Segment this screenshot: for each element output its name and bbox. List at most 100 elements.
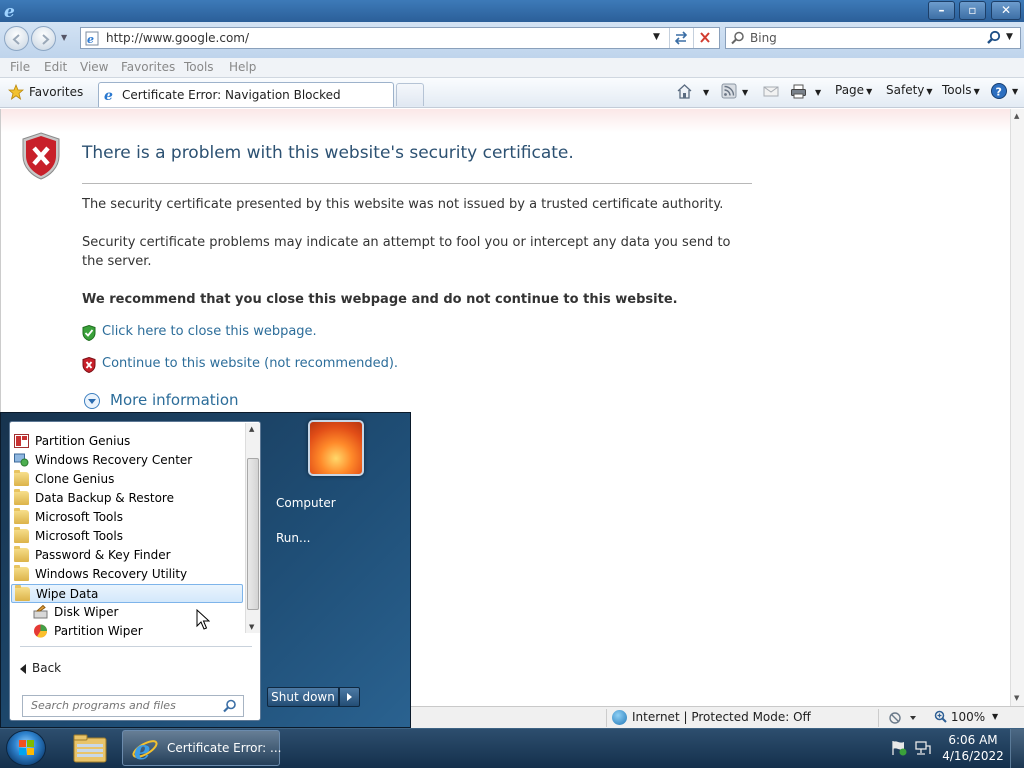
minimize-button[interactable]: – bbox=[928, 1, 955, 20]
read-mail-button[interactable] bbox=[763, 83, 779, 103]
back-button[interactable]: Back bbox=[20, 661, 120, 679]
tools-menu-button[interactable]: Tools ▼ bbox=[942, 83, 980, 103]
disk-wiper-icon bbox=[33, 605, 48, 619]
back-button[interactable] bbox=[4, 26, 29, 51]
folder-wipe-data[interactable]: Wipe Data bbox=[11, 584, 243, 603]
menu-bar: File Edit View Favorites Tools Help bbox=[0, 58, 1024, 78]
system-clock[interactable]: 6:06 AM 4/16/2022 bbox=[940, 732, 1006, 764]
close-window-button[interactable]: ✕ bbox=[991, 1, 1021, 20]
new-tab-button[interactable] bbox=[396, 83, 424, 106]
menu-file[interactable]: File bbox=[10, 60, 30, 74]
scroll-up-icon[interactable]: ▲ bbox=[249, 425, 254, 433]
tab-certificate-error[interactable]: e Certificate Error: Navigation Blocked bbox=[98, 82, 394, 107]
window-title-bar[interactable]: e – ▫ ✕ bbox=[0, 0, 1024, 22]
search-icon[interactable] bbox=[223, 699, 237, 713]
action-center-flag-icon[interactable] bbox=[890, 740, 908, 756]
forward-button[interactable] bbox=[31, 26, 56, 51]
search-input[interactable]: Bing bbox=[750, 31, 777, 45]
windows-explorer-taskbar-icon[interactable] bbox=[64, 730, 116, 766]
internet-explorer-icon: e bbox=[4, 2, 15, 19]
program-windows-recovery-center[interactable]: Windows Recovery Center bbox=[11, 451, 243, 470]
back-arrow-icon bbox=[20, 664, 26, 674]
feeds-button[interactable] bbox=[721, 83, 737, 103]
shut-down-button[interactable]: Shut down bbox=[267, 687, 339, 707]
scroll-down-icon[interactable]: ▼ bbox=[249, 623, 254, 631]
menu-view[interactable]: View bbox=[80, 60, 108, 74]
refresh-button[interactable] bbox=[669, 28, 693, 48]
recent-pages-dropdown[interactable]: ▼ bbox=[61, 33, 71, 45]
navigation-bar: ▼ e http://www.google.com/ ▼ Bing ▼ bbox=[0, 22, 1024, 58]
menu-favorites[interactable]: Favorites bbox=[121, 60, 175, 74]
printer-icon bbox=[791, 84, 806, 99]
shut-down-options-button[interactable] bbox=[339, 687, 360, 707]
address-bar[interactable]: e http://www.google.com/ ▼ bbox=[80, 27, 720, 49]
zoom-control[interactable]: 100% bbox=[934, 710, 985, 724]
print-button[interactable] bbox=[790, 83, 807, 103]
taskbar-window-title: Certificate Error: ... bbox=[167, 741, 282, 755]
program-label: Windows Recovery Center bbox=[35, 453, 193, 467]
menu-edit[interactable]: Edit bbox=[44, 60, 67, 74]
close-webpage-link[interactable]: Click here to close this webpage. bbox=[82, 324, 342, 342]
folder-password-key-finder[interactable]: Password & Key Finder bbox=[11, 546, 243, 565]
menu-tools[interactable]: Tools bbox=[184, 60, 214, 74]
search-bar[interactable]: Bing ▼ bbox=[725, 27, 1021, 49]
partition-wiper-icon bbox=[34, 624, 48, 638]
run-link[interactable]: Run... bbox=[276, 531, 310, 545]
back-arrow-icon bbox=[12, 34, 20, 45]
folder-microsoft-tools[interactable]: Microsoft Tools bbox=[11, 508, 243, 527]
more-information-toggle[interactable]: More information bbox=[84, 391, 264, 413]
safety-menu-button[interactable]: Safety ▼ bbox=[886, 83, 933, 103]
favorites-button[interactable]: Favorites bbox=[4, 82, 84, 104]
print-dropdown-icon[interactable]: ▼ bbox=[815, 88, 821, 108]
search-provider-dropdown[interactable]: ▼ bbox=[1006, 32, 1013, 42]
page-scrollbar[interactable]: ▲ ▼ bbox=[1010, 109, 1024, 706]
mail-icon bbox=[763, 86, 779, 97]
zoom-dropdown-icon[interactable]: ▼ bbox=[992, 712, 998, 721]
folder-data-backup-restore[interactable]: Data Backup & Restore bbox=[11, 489, 243, 508]
help-dropdown-icon[interactable]: ▼ bbox=[1012, 87, 1018, 96]
continue-text[interactable]: Continue to this website (not recommende… bbox=[102, 356, 398, 371]
internet-explorer-taskbar-button[interactable]: e Certificate Error: ... bbox=[122, 730, 282, 766]
feeds-dropdown-icon[interactable]: ▼ bbox=[742, 88, 748, 108]
user-avatar[interactable] bbox=[308, 420, 364, 476]
home-dropdown-icon[interactable]: ▼ bbox=[703, 88, 709, 108]
popup-blocker-icon[interactable] bbox=[888, 711, 920, 725]
computer-link[interactable]: Computer bbox=[276, 496, 336, 510]
certificate-error-icon: e bbox=[104, 88, 113, 102]
network-icon[interactable] bbox=[914, 740, 932, 756]
folder-windows-recovery-utility[interactable]: Windows Recovery Utility bbox=[11, 565, 243, 584]
stop-button[interactable] bbox=[693, 28, 717, 48]
menu-help[interactable]: Help bbox=[229, 60, 256, 74]
home-button[interactable] bbox=[676, 83, 693, 103]
start-search-input[interactable] bbox=[31, 699, 216, 712]
forward-arrow-icon bbox=[42, 34, 50, 45]
folder-microsoft-tools-2[interactable]: Microsoft Tools bbox=[11, 527, 243, 546]
folder-label: Password & Key Finder bbox=[35, 548, 171, 562]
scrollbar-thumb[interactable] bbox=[247, 458, 259, 610]
safety-menu-label: Safety bbox=[886, 83, 925, 97]
page-menu-label: Page bbox=[835, 83, 865, 97]
search-go-icon[interactable] bbox=[986, 30, 1002, 46]
address-url[interactable]: http://www.google.com/ bbox=[106, 31, 249, 45]
scroll-up-icon[interactable]: ▲ bbox=[1014, 112, 1019, 120]
maximize-button[interactable]: ▫ bbox=[959, 1, 986, 20]
show-desktop-button[interactable] bbox=[1010, 729, 1024, 768]
help-button[interactable]: ? ▼ bbox=[990, 82, 1018, 102]
page-menu-button[interactable]: Page ▼ bbox=[835, 83, 872, 103]
help-icon: ? bbox=[991, 83, 1007, 99]
folder-clone-genius[interactable]: Clone Genius bbox=[11, 470, 243, 489]
menu-divider bbox=[20, 646, 252, 647]
more-information-label[interactable]: More information bbox=[110, 391, 239, 409]
zoom-icon bbox=[934, 710, 947, 723]
start-button[interactable] bbox=[6, 730, 46, 766]
program-partition-genius[interactable]: Partition Genius bbox=[11, 432, 243, 451]
continue-link[interactable]: Continue to this website (not recommende… bbox=[82, 356, 402, 374]
search-icon bbox=[731, 31, 744, 45]
zoom-level: 100% bbox=[950, 710, 986, 724]
start-search-box[interactable] bbox=[22, 695, 244, 717]
shield-x-icon bbox=[82, 357, 96, 373]
programs-scrollbar[interactable]: ▲ ▼ bbox=[245, 423, 260, 633]
address-dropdown-icon[interactable]: ▼ bbox=[653, 32, 660, 42]
scroll-down-icon[interactable]: ▼ bbox=[1014, 694, 1019, 702]
close-webpage-text[interactable]: Click here to close this webpage. bbox=[102, 324, 317, 339]
